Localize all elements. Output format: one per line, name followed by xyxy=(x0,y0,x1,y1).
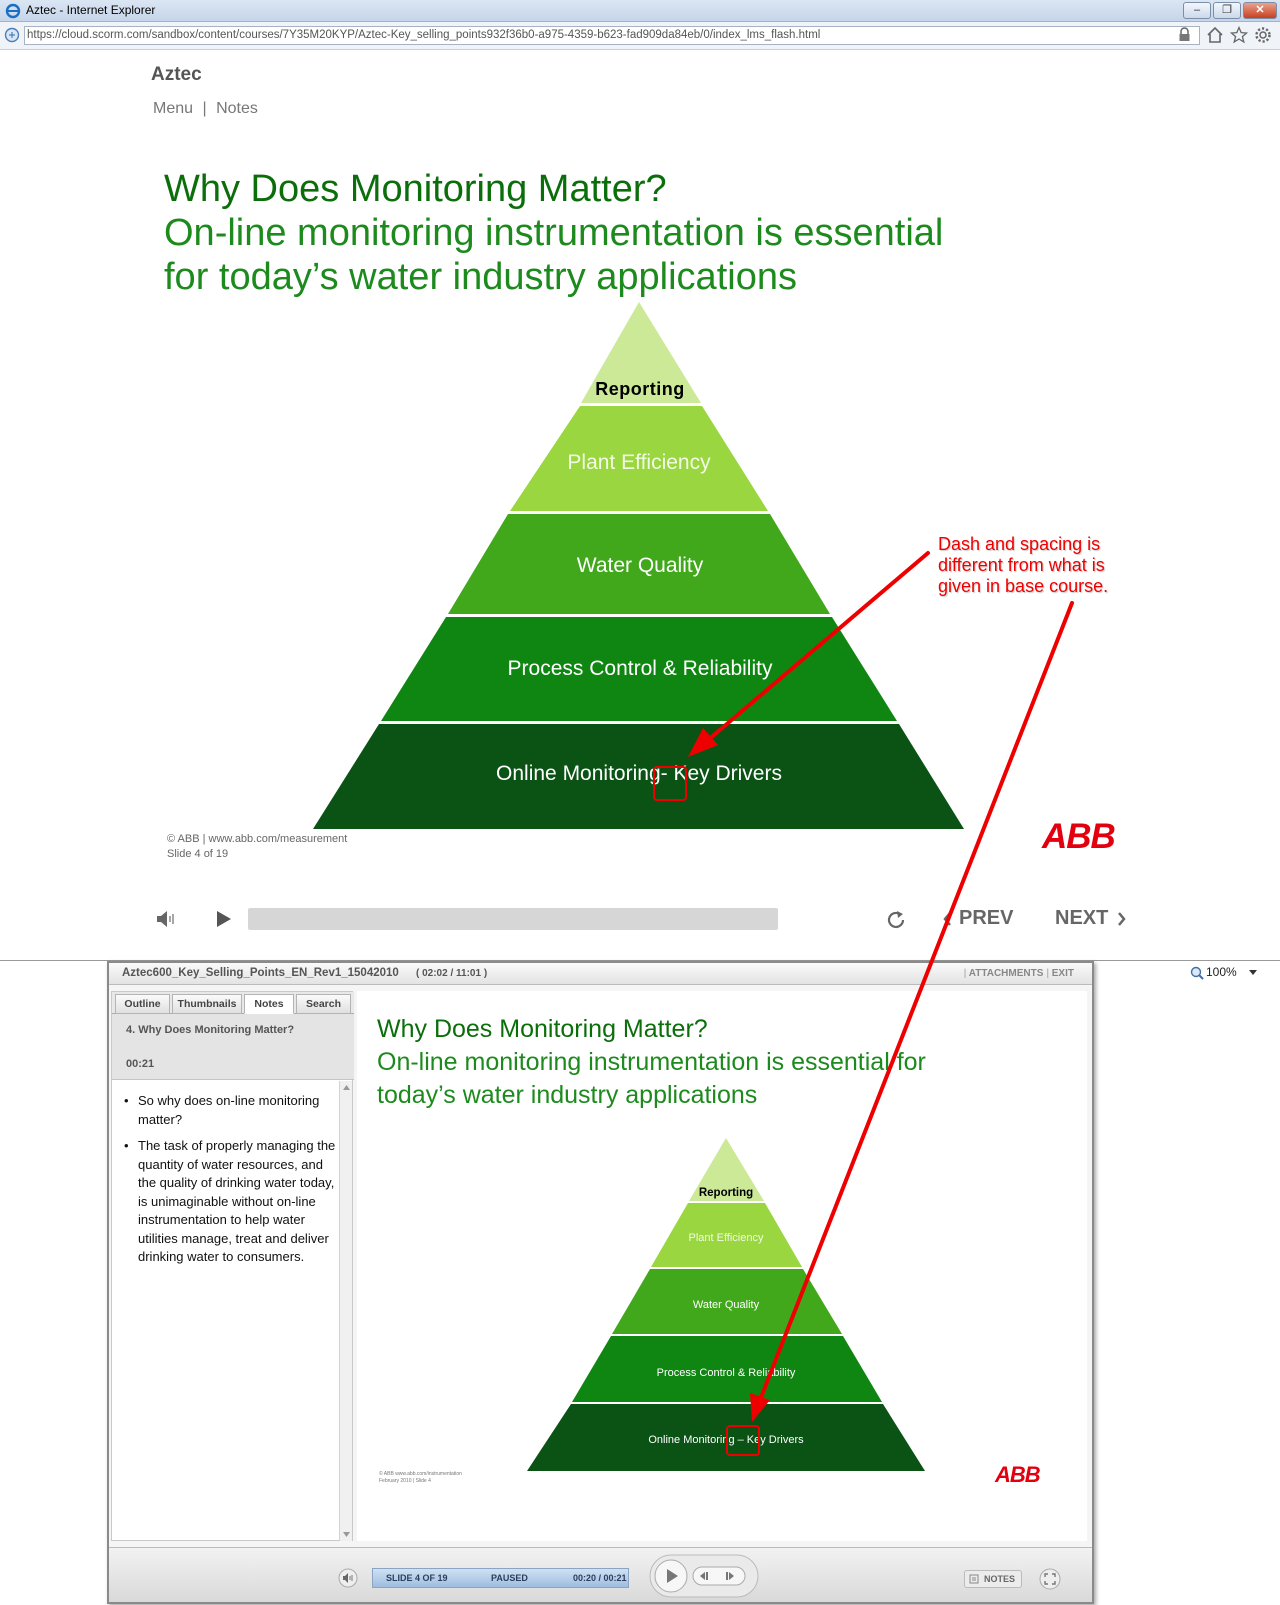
sidebar-tabs: Outline Thumbnails Notes Search xyxy=(112,992,354,1014)
lms-slide-footer: © ABB www.abb.com/instrumentation Februa… xyxy=(379,1471,462,1485)
tab-outline[interactable]: Outline xyxy=(115,994,170,1014)
note-slide-time: 00:21 xyxy=(126,1058,155,1070)
pyramid-diagram: Reporting Plant Efficiency Water Quality… xyxy=(313,302,964,829)
lms-abb-logo: ABB xyxy=(995,1462,1041,1487)
abb-logo: ABB xyxy=(1042,817,1116,856)
pyramid-label-online-monitoring: Online Monitoring- Key Drivers xyxy=(496,762,782,785)
zoom-dropdown-icon[interactable] xyxy=(1248,970,1258,976)
play-icon[interactable] xyxy=(216,910,232,928)
scroll-up-icon[interactable] xyxy=(341,1082,352,1093)
status-slide: SLIDE 4 OF 19 xyxy=(386,1573,448,1583)
lms-footer-line1: © ABB www.abb.com/instrumentation xyxy=(379,1471,462,1477)
lms-label-plant-efficiency: Plant Efficiency xyxy=(688,1232,764,1244)
lms-sidebar: Outline Thumbnails Notes Search 4. Why D… xyxy=(111,991,354,1541)
status-time: 00:20 / 00:21 xyxy=(573,1573,627,1583)
note-item: The task of properly managing the quanti… xyxy=(122,1137,337,1267)
tab-search[interactable]: Search xyxy=(296,994,351,1014)
tab-thumbnails[interactable]: Thumbnails xyxy=(172,994,242,1014)
pyramid-label-plant-efficiency: Plant Efficiency xyxy=(567,451,711,474)
volume-icon[interactable] xyxy=(155,909,177,929)
lms-label-water-quality: Water Quality xyxy=(693,1299,760,1311)
lms-course-title: Aztec600_Key_Selling_Points_EN_Rev1_1504… xyxy=(122,967,399,979)
fullscreen-icon[interactable] xyxy=(1039,1568,1061,1590)
lms-footer-line2: February 2010 | Slide 4 xyxy=(379,1478,431,1484)
pyramid-label-process-control: Process Control & Reliability xyxy=(508,657,773,680)
notes-icon xyxy=(969,1574,979,1584)
zoom-icon xyxy=(1190,966,1204,980)
next-button[interactable]: NEXT xyxy=(1055,907,1108,930)
scroll-down-icon[interactable] xyxy=(341,1529,352,1540)
pyramid-label-reporting: Reporting xyxy=(595,379,685,399)
lms-volume-icon[interactable] xyxy=(337,1568,359,1588)
zoom-level[interactable]: 100% xyxy=(1206,965,1237,979)
chevron-left-icon xyxy=(943,912,951,926)
lms-playback-buttons xyxy=(649,1554,759,1598)
status-state: PAUSED xyxy=(491,1573,528,1583)
chevron-right-icon xyxy=(1118,912,1126,926)
note-item: So why does on-line monitoring matter? xyxy=(122,1092,337,1129)
progress-bar[interactable] xyxy=(248,908,778,930)
lms-controls: SLIDE 4 OF 19 PAUSED 00:20 / 00:21 NOTES xyxy=(109,1547,1092,1602)
lms-header-links: | ATTACHMENTS | EXIT xyxy=(963,968,1074,979)
slide-footer: © ABB | www.abb.com/measurement Slide 4 … xyxy=(167,832,347,862)
pyramid-label-water-quality: Water Quality xyxy=(577,554,704,577)
notes-content: So why does on-line monitoring matter? T… xyxy=(122,1092,337,1275)
lms-slide: Why Does Monitoring Matter? On-line moni… xyxy=(357,991,1087,1541)
annotation-note: Dash and spacing is different from what … xyxy=(938,534,1109,596)
playback-status-bar[interactable]: SLIDE 4 OF 19 PAUSED 00:20 / 00:21 xyxy=(372,1568,629,1588)
replay-icon[interactable] xyxy=(884,908,908,932)
note-slide-title: 4. Why Does Monitoring Matter? xyxy=(126,1024,295,1036)
lms-elapsed-time: ( 02:02 / 11:01 ) xyxy=(416,968,488,979)
footer-copyright: © ABB | www.abb.com/measurement xyxy=(167,833,348,845)
lms-player: Aztec600_Key_Selling_Points_EN_Rev1_1504… xyxy=(107,961,1094,1604)
attachments-link[interactable]: ATTACHMENTS xyxy=(969,968,1044,979)
prev-button[interactable]: PREV xyxy=(959,907,1013,930)
note-header: 4. Why Does Monitoring Matter? 00:21 xyxy=(112,1014,354,1080)
tab-notes[interactable]: Notes xyxy=(244,994,294,1014)
lms-pyramid-diagram: Reporting Plant Efficiency Water Quality… xyxy=(527,1138,925,1471)
lms-label-process-control: Process Control & Reliability xyxy=(657,1367,796,1379)
notes-scrollbar[interactable] xyxy=(339,1081,352,1541)
lms-header: Aztec600_Key_Selling_Points_EN_Rev1_1504… xyxy=(109,963,1092,985)
lms-label-reporting: Reporting xyxy=(699,1187,753,1199)
exit-link[interactable]: EXIT xyxy=(1052,968,1074,979)
footer-slide-number: Slide 4 of 19 xyxy=(167,848,229,860)
